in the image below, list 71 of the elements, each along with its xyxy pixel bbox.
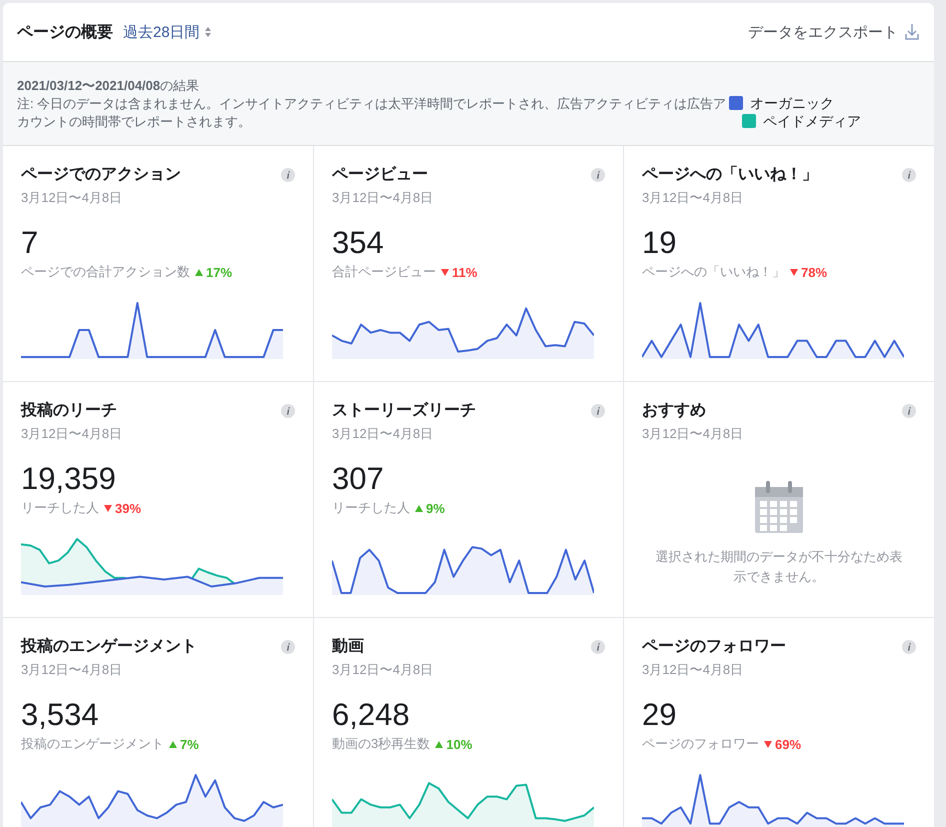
change-percent: 11% bbox=[452, 264, 478, 280]
card-title: おすすめ bbox=[642, 401, 706, 421]
metric-value: 354 bbox=[332, 225, 385, 261]
info-icon[interactable] bbox=[281, 640, 295, 654]
info-icon[interactable] bbox=[591, 640, 605, 654]
change-percent: 7% bbox=[180, 736, 199, 752]
metric-value: 7 bbox=[21, 225, 40, 261]
metric-card[interactable]: ページでのアクション 3月12日〜4月8日 7 ページでの合計アクション数 17% bbox=[3, 146, 314, 382]
empty-message: 選択された期間のデータが不十分なため表示できません。 bbox=[654, 548, 904, 586]
legend-label: オーガニック bbox=[750, 94, 834, 112]
info-icon[interactable] bbox=[591, 404, 605, 418]
change-percent: 78% bbox=[801, 264, 828, 280]
metric-caption: ページへの「いいね！」 bbox=[642, 263, 785, 281]
card-title: ページビュー bbox=[332, 165, 428, 185]
download-icon bbox=[904, 23, 920, 41]
metric-card[interactable]: ページのフォロワー 3月12日〜4月8日 29 ページのフォロワー 69% bbox=[624, 618, 934, 827]
note-text: 注: 今日のデータは含まれません。インサイトアクティビティは太平洋時間でレポートされ、広告アクティビティは広告アカウントの時間帯でレポートされます。 bbox=[17, 95, 728, 131]
change-percent: 17% bbox=[206, 264, 232, 280]
card-title: ページへの「いいね！」 bbox=[642, 164, 818, 185]
legend-label: ペイドメディア bbox=[763, 112, 861, 130]
calendar-icon bbox=[755, 481, 803, 533]
date-range: 2021/03/12〜2021/04/08の結果 bbox=[17, 77, 200, 95]
metric-card[interactable]: 投稿のエンゲージメント 3月12日〜4月8日 3,534 投稿のエンゲージメント 7% bbox=[3, 618, 314, 827]
info-icon[interactable] bbox=[281, 168, 295, 182]
metric-value: 307 bbox=[332, 461, 385, 497]
panel-title: ページの概要 bbox=[17, 22, 113, 42]
card-title: 投稿のリーチ bbox=[21, 400, 117, 421]
metric-card[interactable]: おすすめ 3月12日〜4月8日 選択された期間のデータが不十分なため表示できません。 bbox=[624, 382, 934, 618]
card-title: ページでのアクション bbox=[21, 165, 181, 185]
card-title: ストーリーズリーチ bbox=[332, 400, 476, 421]
metric-card[interactable]: 動画 3月12日〜4月8日 6,248 動画の3秒再生数 10% bbox=[314, 618, 624, 827]
metric-value: 6,248 bbox=[332, 697, 411, 733]
sort-arrows-icon bbox=[204, 27, 211, 37]
date-range: 3月12日〜4月8日 bbox=[21, 425, 124, 443]
date-range: 3月12日〜4月8日 bbox=[642, 661, 744, 679]
metric-card[interactable]: 投稿のリーチ 3月12日〜4月8日 19,359 リーチした人 39% bbox=[3, 382, 314, 618]
metric-caption: 投稿のエンゲージメント bbox=[21, 735, 164, 753]
metric-caption: リーチした人 bbox=[332, 499, 410, 517]
info-icon[interactable] bbox=[902, 640, 916, 654]
export-link[interactable]: データをエクスポート bbox=[748, 22, 920, 42]
change-percent: 39% bbox=[115, 500, 142, 516]
metric-value: 19,359 bbox=[21, 461, 117, 497]
info-icon[interactable] bbox=[902, 404, 916, 418]
card-title: ページのフォロワー bbox=[642, 637, 786, 657]
metric-value: 29 bbox=[642, 697, 678, 733]
date-range: 3月12日〜4月8日 bbox=[332, 661, 434, 679]
date-range: 3月12日〜4月8日 bbox=[332, 189, 434, 207]
change-percent: 69% bbox=[775, 736, 802, 752]
date-range: 3月12日〜4月8日 bbox=[642, 425, 744, 443]
info-icon[interactable] bbox=[902, 168, 916, 182]
date-range: 3月12日〜4月8日 bbox=[332, 425, 434, 443]
change-percent: 9% bbox=[426, 500, 445, 516]
period-dropdown[interactable]: 過去28日間 bbox=[123, 22, 211, 42]
card-title: 動画 bbox=[332, 637, 364, 657]
date-range: 3月12日〜4月8日 bbox=[21, 189, 124, 207]
info-icon[interactable] bbox=[281, 404, 295, 418]
date-range: 3月12日〜4月8日 bbox=[642, 189, 744, 207]
info-icon[interactable] bbox=[591, 168, 605, 182]
card-title: 投稿のエンゲージメント bbox=[21, 636, 197, 657]
metric-caption: ページのフォロワー bbox=[642, 735, 759, 753]
metric-caption: 動画の3秒再生数 bbox=[332, 735, 430, 753]
metric-caption: 合計ページビュー bbox=[332, 263, 436, 281]
metric-card[interactable]: ストーリーズリーチ 3月12日〜4月8日 307 リーチした人 9% bbox=[314, 382, 624, 618]
metric-value: 19 bbox=[642, 225, 678, 261]
metric-card[interactable]: ページビュー 3月12日〜4月8日 354 合計ページビュー 11% bbox=[314, 146, 624, 382]
metric-card[interactable]: ページへの「いいね！」 3月12日〜4月8日 19 ページへの「いいね！」 78% bbox=[624, 146, 934, 382]
change-percent: 10% bbox=[446, 736, 472, 752]
metric-caption: ページでの合計アクション数 bbox=[21, 263, 190, 281]
date-range: 3月12日〜4月8日 bbox=[21, 661, 124, 679]
metric-value: 3,534 bbox=[21, 697, 100, 733]
metric-caption: リーチした人 bbox=[21, 499, 99, 517]
